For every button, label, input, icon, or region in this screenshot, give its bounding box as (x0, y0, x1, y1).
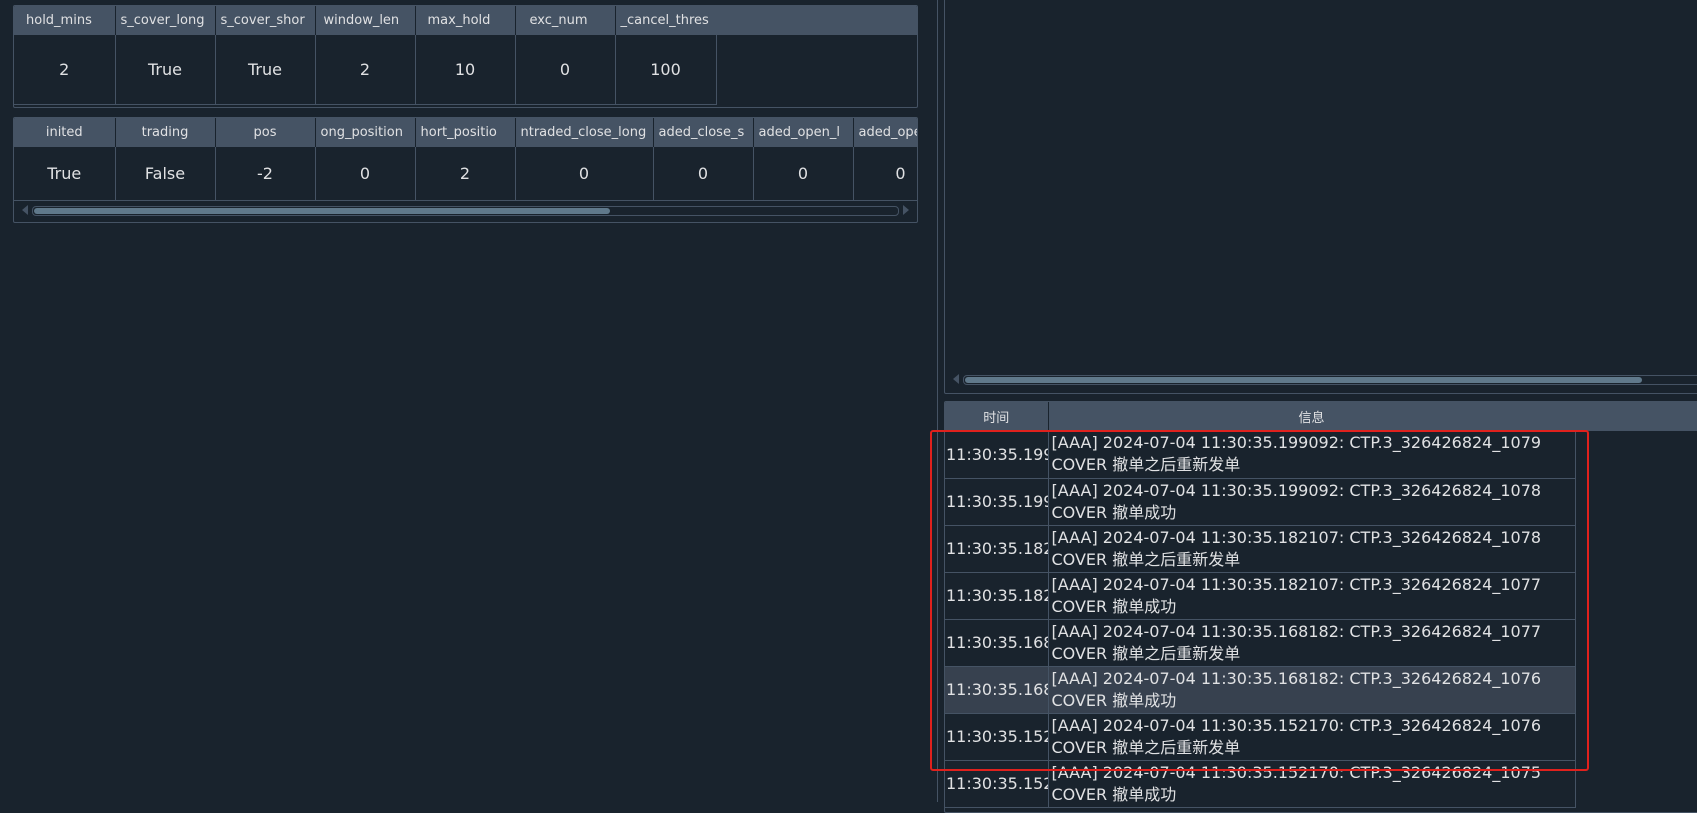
param-value[interactable]: True (215, 35, 316, 105)
param-header[interactable]: _cancel_thres (615, 6, 717, 35)
scroll-left-arrow-icon[interactable] (953, 374, 959, 384)
strategy-params-table: hold_mins s_cover_long s_cover_shor wind… (14, 6, 717, 105)
log-message[interactable]: [AAA] 2024-07-04 11:30:35.168182: CTP.3_… (1048, 666, 1576, 714)
scroll-right-arrow-icon[interactable] (903, 205, 909, 215)
variable-value[interactable]: 0 (853, 147, 917, 201)
param-value[interactable]: 2 (315, 35, 416, 105)
strategy-params-panel: hold_mins s_cover_long s_cover_shor wind… (13, 5, 918, 108)
variable-value[interactable]: 2 (415, 147, 516, 201)
scrollbar-track[interactable] (963, 375, 1697, 385)
log-time[interactable]: 11:30:35.152 (945, 760, 1049, 808)
variable-value[interactable]: -2 (215, 147, 316, 201)
param-value[interactable]: 2 (14, 35, 116, 105)
log-time[interactable]: 11:30:35.182 (945, 572, 1049, 620)
variable-header[interactable]: inited (14, 118, 116, 147)
top-right-panel (944, 0, 1697, 394)
param-value[interactable]: 10 (415, 35, 516, 105)
log-time[interactable]: 11:30:35.182 (945, 525, 1049, 573)
param-value[interactable]: 100 (615, 35, 717, 105)
variable-header[interactable]: hort_positio (415, 118, 516, 147)
log-message[interactable]: [AAA] 2024-07-04 11:30:35.199092: CTP.3_… (1048, 478, 1576, 526)
log-time[interactable]: 11:30:35.199 (945, 478, 1049, 526)
log-time[interactable]: 11:30:35.152 (945, 713, 1049, 761)
log-header-filler (1575, 402, 1697, 431)
log-time[interactable]: 11:30:35.168 (945, 619, 1049, 667)
param-header[interactable]: s_cover_long (115, 6, 216, 35)
variable-header[interactable]: aded_ope (853, 118, 917, 147)
scrollbar-thumb[interactable] (34, 208, 610, 214)
variable-header[interactable]: ong_position (315, 118, 416, 147)
param-header[interactable]: s_cover_shor (215, 6, 316, 35)
top-right-horizontal-scrollbar[interactable] (951, 372, 1697, 386)
variable-value[interactable]: 0 (753, 147, 854, 201)
params-header-filler (716, 6, 917, 35)
log-message[interactable]: [AAA] 2024-07-04 11:30:35.152170: CTP.3_… (1048, 760, 1576, 808)
log-time[interactable]: 11:30:35.168 (945, 666, 1049, 714)
strategy-variables-panel: inited trading pos ong_position hort_pos… (13, 117, 918, 223)
param-header[interactable]: max_hold (415, 6, 516, 35)
variables-horizontal-scrollbar[interactable] (20, 203, 911, 217)
variable-value[interactable]: False (115, 147, 216, 201)
variable-value[interactable]: True (14, 147, 116, 201)
splitter-handle[interactable] (937, 0, 938, 802)
log-message[interactable]: [AAA] 2024-07-04 11:30:35.182107: CTP.3_… (1048, 525, 1576, 573)
param-value[interactable]: 0 (515, 35, 616, 105)
variable-value[interactable]: 0 (315, 147, 416, 201)
log-message[interactable]: [AAA] 2024-07-04 11:30:35.168182: CTP.3_… (1048, 619, 1576, 667)
param-header[interactable]: window_len (315, 6, 416, 35)
param-value[interactable]: True (115, 35, 216, 105)
param-header[interactable]: exc_num (515, 6, 616, 35)
log-message[interactable]: [AAA] 2024-07-04 11:30:35.182107: CTP.3_… (1048, 572, 1576, 620)
variable-value[interactable]: 0 (653, 147, 754, 201)
variable-header[interactable]: aded_open_l (753, 118, 854, 147)
variable-header[interactable]: ntraded_close_long (515, 118, 654, 147)
log-message-header[interactable]: 信息 (1048, 402, 1576, 431)
variable-header[interactable]: pos (215, 118, 316, 147)
log-message[interactable]: [AAA] 2024-07-04 11:30:35.199092: CTP.3_… (1048, 431, 1576, 479)
scrollbar-thumb[interactable] (965, 377, 1642, 383)
param-header[interactable]: hold_mins (14, 6, 116, 35)
variable-header[interactable]: aded_close_s (653, 118, 754, 147)
log-panel: 时间 信息 11:30:35.199 [AAA] 2024-07-04 11:30… (944, 401, 1697, 813)
log-table: 时间 信息 11:30:35.199 [AAA] 2024-07-04 11:30… (945, 402, 1576, 808)
strategy-variables-table: inited trading pos ong_position hort_pos… (14, 118, 917, 201)
log-message[interactable]: [AAA] 2024-07-04 11:30:35.152170: CTP.3_… (1048, 713, 1576, 761)
scrollbar-track[interactable] (32, 206, 899, 216)
variable-value[interactable]: 0 (515, 147, 654, 201)
scroll-left-arrow-icon[interactable] (22, 205, 28, 215)
log-time-header[interactable]: 时间 (945, 402, 1049, 431)
log-time[interactable]: 11:30:35.199 (945, 431, 1049, 479)
variable-header[interactable]: trading (115, 118, 216, 147)
